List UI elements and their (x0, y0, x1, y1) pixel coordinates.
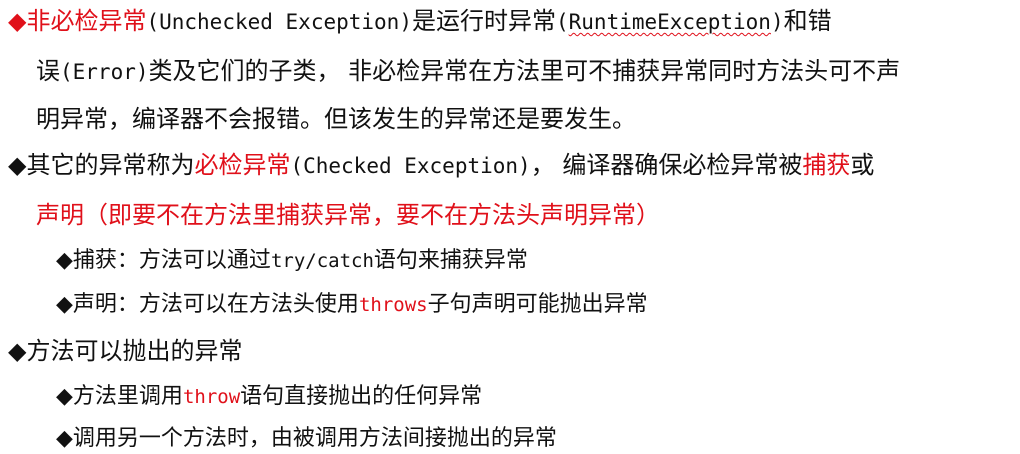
sub-item-throw: ◆方法里调用throw语句直接抛出的任何异常 (56, 382, 482, 412)
paren-open: ( (555, 10, 569, 34)
text: 其它的异常称为 (26, 151, 195, 179)
text: 方法可以抛出的异常 (26, 337, 243, 365)
term-english: (Unchecked Exception) (146, 10, 412, 34)
term-catch: 捕获 (802, 151, 851, 179)
text: 是运行时异常 (411, 7, 556, 35)
text: 或 (850, 151, 875, 179)
diamond-bullet-icon: ◆ (56, 384, 73, 409)
sub-item-declare: ◆声明：方法可以在方法头使用throws子句声明可能抛出异常 (56, 290, 648, 320)
diamond-bullet-icon: ◆ (56, 248, 73, 273)
runtime-exception-word: RuntimeException (568, 10, 771, 34)
code-throw: throw (182, 386, 241, 408)
text: 调用另一个方法时，由被调用方法间接抛出的异常 (72, 426, 557, 451)
text: 语句直接抛出的任何异常 (240, 384, 483, 409)
text: 方法里调用 (72, 384, 183, 409)
sub-item-catch: ◆捕获：方法可以通过try/catch语句来捕获异常 (56, 246, 528, 276)
item-1-line-3: 明异常，编译器不会报错。但该发生的异常还是要发生。 (36, 105, 636, 133)
error-word: (Error) (60, 60, 149, 84)
term-unchecked-exception: 非必检异常 (26, 7, 147, 35)
item-3-line-1: ◆方法可以抛出的异常 (8, 336, 242, 366)
text: 捕获：方法可以通过 (72, 248, 271, 273)
term-checked-exception: 必检异常 (194, 151, 291, 179)
code-throws: throws (358, 294, 428, 316)
diamond-bullet-icon: ◆ (56, 292, 73, 317)
diamond-bullet-icon: ◆ (56, 426, 73, 451)
text: 子句声明可能抛出异常 (427, 292, 648, 317)
item-2-line-2: 声明（即要不在方法里捕获异常，要不在方法头声明异常） (36, 201, 660, 229)
item-1-line-1: ◆非必检异常(Unchecked Exception)是运行时异常(Runtim… (8, 6, 832, 37)
sub-item-indirect: ◆调用另一个方法时，由被调用方法间接抛出的异常 (56, 424, 557, 454)
text: 语句来捕获异常 (373, 248, 528, 273)
diamond-bullet-icon: ◆ (8, 151, 27, 179)
code-try-catch: try/catch (270, 250, 374, 272)
text: 类及它们的子类， 非必检异常在方法里可不捕获异常同时方法头可不声 (148, 57, 901, 85)
text: ， 编译器确保必检异常被 (530, 151, 803, 179)
term-english: (Checked Exception) (290, 154, 531, 178)
text: 和错 (783, 7, 832, 35)
text: 误 (36, 57, 60, 85)
diamond-bullet-icon: ◆ (8, 337, 27, 365)
item-2-line-1: ◆其它的异常称为必检异常(Checked Exception)， 编译器确保必检… (8, 150, 874, 181)
text: 声明：方法可以在方法头使用 (72, 292, 359, 317)
diamond-bullet-icon: ◆ (8, 7, 27, 35)
item-1-line-2: 误(Error)类及它们的子类， 非必检异常在方法里可不捕获异常同时方法头可不声 (36, 56, 900, 87)
paren-close: ) (770, 10, 784, 34)
